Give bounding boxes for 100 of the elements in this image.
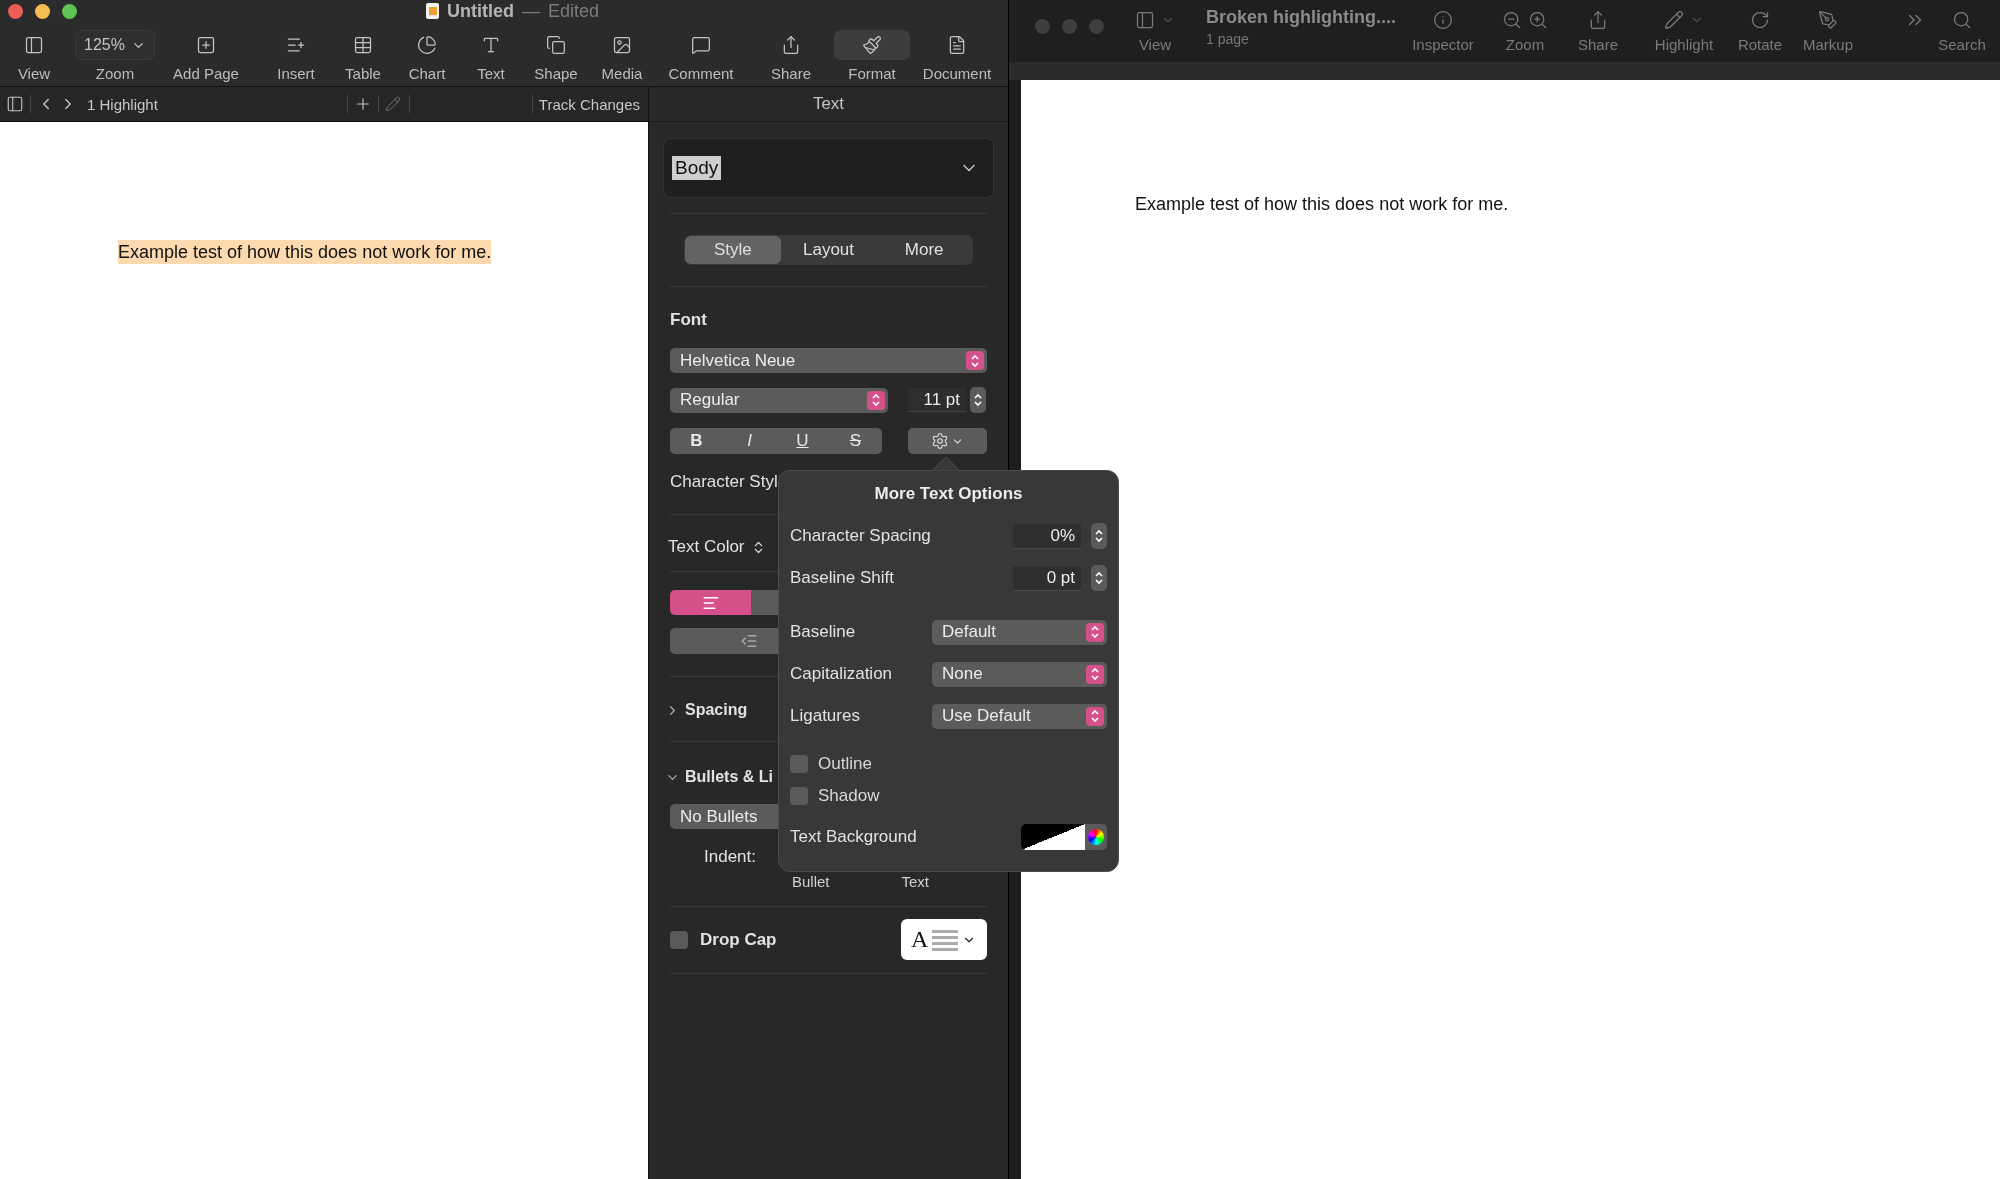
stepper-arrows-icon — [1094, 529, 1104, 543]
format-button[interactable]: I — [723, 428, 776, 454]
toolbar-label: Inspector — [1412, 36, 1474, 53]
checkbox[interactable] — [790, 787, 808, 805]
sidebar-icon — [1135, 10, 1155, 30]
stepper[interactable] — [970, 387, 986, 413]
stepper[interactable] — [1091, 565, 1107, 591]
pencil-icon[interactable] — [384, 96, 401, 112]
arrows-icon — [1090, 667, 1100, 681]
share-icon — [1588, 10, 1608, 30]
checkbox[interactable] — [790, 755, 808, 773]
color-well[interactable] — [1021, 824, 1107, 850]
typeface-menu[interactable]: Regular — [670, 387, 888, 413]
toolbar-button[interactable] — [1135, 9, 1175, 31]
toolbar-button[interactable] — [1818, 9, 1838, 31]
inspector-tab[interactable]: Style — [685, 236, 781, 264]
popover-title: More Text Options — [873, 483, 1024, 505]
rotate-icon — [1750, 10, 1770, 30]
sidebar-icon — [24, 35, 44, 55]
toolbar-label: Chart — [408, 65, 446, 82]
align-button[interactable] — [670, 590, 751, 615]
field-label: Character Styl — [670, 472, 779, 492]
checkbox-label: Shadow — [818, 786, 880, 806]
number-field[interactable]: 0% — [1013, 523, 1081, 549]
toolbar-label: Table — [345, 65, 381, 82]
toolbar-label: Search — [1938, 36, 1986, 53]
option-label: Character Spacing — [790, 526, 931, 546]
format-button[interactable]: B — [670, 428, 723, 454]
page-count: 1 page — [1206, 31, 1250, 47]
document-text: Example test of how this does not work for me. — [118, 240, 492, 264]
inspector-title: Text — [812, 94, 845, 114]
inspector-tab[interactable]: More — [876, 236, 972, 264]
font-family-menu[interactable]: Helvetica Neue — [670, 348, 987, 373]
font-size-field[interactable]: 11 pt — [908, 388, 966, 412]
field-label: Indent: — [704, 847, 757, 867]
toolbar-button[interactable] — [1502, 9, 1548, 31]
pie-chart-icon — [417, 35, 437, 55]
toolbar-button[interactable] — [1588, 9, 1608, 31]
add-page-icon — [196, 35, 216, 55]
track-changes-button[interactable]: Track Changes — [538, 95, 640, 113]
popup-menu[interactable]: Default — [932, 619, 1107, 645]
format-button[interactable]: S — [829, 428, 882, 454]
text-options-button[interactable] — [908, 428, 987, 454]
toolbar-label: Text — [477, 65, 505, 82]
toolbar-label: Zoom — [1505, 36, 1545, 53]
shape-icon — [546, 35, 566, 55]
toolbar-label: Share — [771, 65, 811, 82]
toolbar-label: Insert — [277, 65, 315, 82]
toolbar-label: View — [17, 65, 51, 82]
field-caption: Text — [901, 873, 930, 890]
bullets-disclosure[interactable]: Bullets & Li — [665, 768, 773, 786]
image-icon — [612, 35, 632, 55]
arrows-icon — [1090, 709, 1100, 723]
stepper-arrows-icon — [1094, 571, 1104, 585]
popup-menu[interactable]: Use Default — [932, 703, 1107, 729]
window-title: Untitled — [447, 0, 514, 22]
stepper[interactable] — [1091, 523, 1107, 549]
toolbar-button[interactable] — [834, 30, 910, 60]
option-label: Ligatures — [790, 706, 860, 726]
section-label: Font — [670, 310, 708, 330]
option-label: Baseline — [790, 622, 856, 642]
format-button[interactable]: U — [776, 428, 829, 454]
option-label: Text Background — [790, 827, 917, 847]
toolbar-label: Rotate — [1737, 36, 1783, 53]
checkbox[interactable] — [670, 930, 688, 949]
window-title: Broken highlighting.... — [1206, 7, 1397, 28]
drop-cap-style-menu[interactable]: A — [901, 919, 987, 960]
toolbar-label: Highlight — [1654, 36, 1714, 53]
pencil-icon — [1664, 10, 1684, 30]
toolbar-label: Zoom — [95, 65, 135, 82]
number-field[interactable]: 0 pt — [1013, 565, 1081, 591]
toolbar-button[interactable] — [1952, 9, 1972, 31]
toolbar-button[interactable] — [1433, 9, 1453, 31]
inspector-tab[interactable]: Layout — [780, 236, 877, 264]
toolbar-label: Shape — [534, 65, 578, 82]
sidebar-icon[interactable] — [6, 95, 24, 113]
toolbar-label: Document — [922, 65, 992, 82]
zoom-in-icon — [1528, 10, 1548, 30]
zoom-button[interactable] — [62, 3, 77, 19]
outdent-icon — [740, 632, 758, 650]
document-icon — [426, 3, 439, 19]
zoom-out-icon — [1502, 10, 1522, 30]
spacing-disclosure[interactable]: Spacing — [665, 701, 748, 719]
toolbar-label: Add Page — [173, 65, 239, 82]
minimize-button[interactable] — [35, 3, 50, 19]
zoom-dropdown[interactable]: 125% — [75, 30, 155, 60]
paragraph-style-menu[interactable]: Body — [663, 138, 994, 198]
document-icon — [947, 35, 967, 55]
arrows-icon — [871, 393, 881, 407]
close-button[interactable] — [8, 3, 23, 19]
arrows-icon — [1090, 625, 1100, 639]
document-text: Example test of how this does not work for me. — [1135, 194, 1510, 215]
search-icon — [1952, 10, 1972, 30]
share-icon — [781, 35, 801, 55]
popup-menu[interactable]: None — [932, 661, 1107, 687]
pen-tool-icon — [1818, 10, 1838, 30]
toolbar-button[interactable] — [1750, 9, 1770, 31]
option-label: Capitalization — [790, 664, 893, 684]
toolbar-button[interactable] — [1664, 9, 1704, 31]
title-separator: — — [522, 0, 540, 22]
